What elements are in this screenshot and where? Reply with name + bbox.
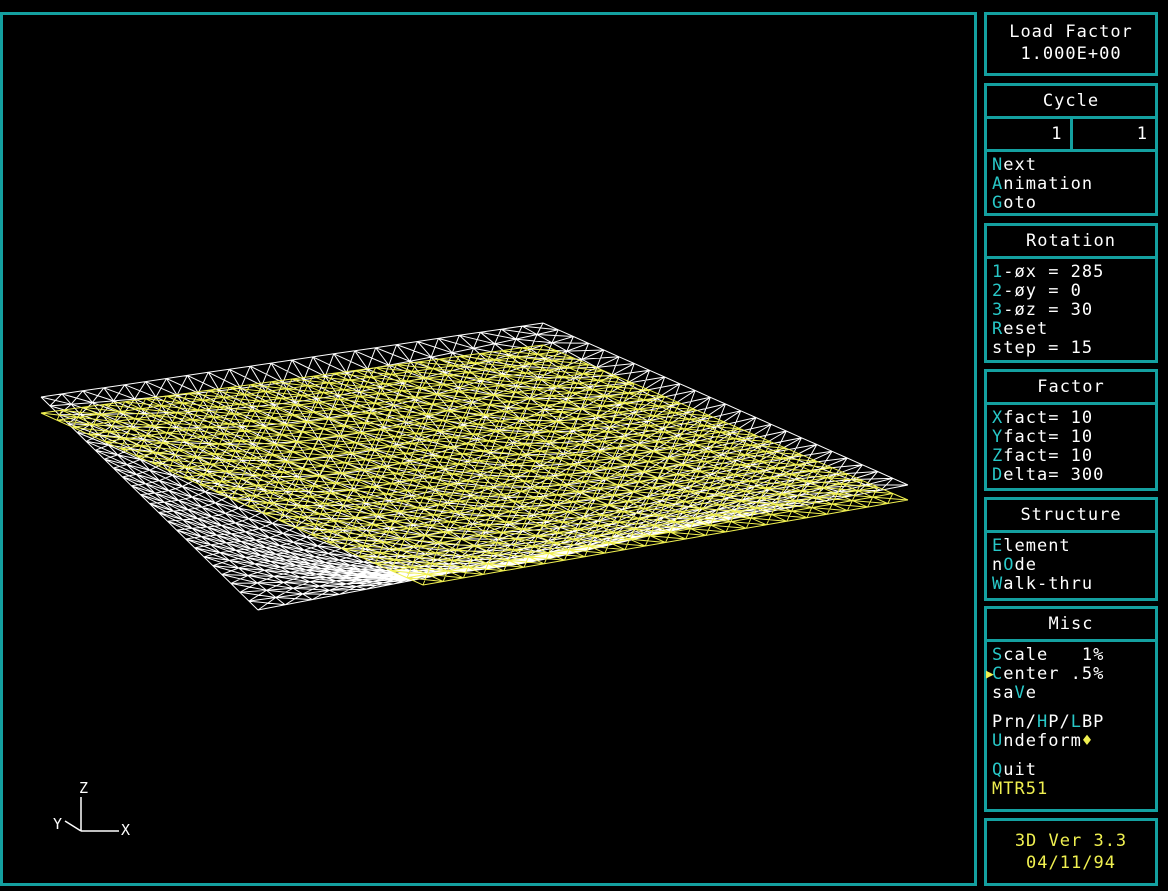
misc-title: Misc (987, 609, 1155, 642)
menu-rotate-x[interactable]: 1-øx = 285 (987, 263, 1155, 282)
cycle-current-value: 1 (987, 119, 1073, 149)
menu-node[interactable]: nOde (987, 556, 1155, 575)
model-viewport[interactable]: ZY X (0, 12, 977, 886)
deformed-mesh (40, 322, 909, 611)
menu-xfact[interactable]: Xfact= 10 (987, 409, 1155, 428)
structure-title: Structure (987, 500, 1155, 533)
menu-yfact[interactable]: Yfact= 10 (987, 428, 1155, 447)
menu-next[interactable]: Next (987, 156, 1155, 175)
selection-pointer-icon: ▶ (986, 667, 995, 682)
mesh-wireframe: ZY X (40, 322, 909, 839)
menu-scale[interactable]: Scale 1% (987, 646, 1155, 665)
axis-label-x: X (121, 821, 130, 839)
misc-panel: Misc Scale 1% ▶ Center .5% saVe Prn/HP/LB… (984, 606, 1158, 812)
menu-rotate-y[interactable]: 2-øy = 0 (987, 282, 1155, 301)
menu-element[interactable]: Element (987, 537, 1155, 556)
rotation-step[interactable]: step = 15 (987, 339, 1155, 358)
axis-triad-icon (64, 797, 119, 832)
version-label: 3D Ver 3.3 (1014, 831, 1128, 851)
load-factor-panel: Load Factor 1.000E+00 (984, 12, 1158, 76)
version-date: 04/11/94 (1026, 853, 1116, 873)
load-factor-title: Load Factor (1009, 22, 1133, 42)
axis-label-z: Z (79, 779, 88, 797)
model-filename: MTR51 (992, 779, 1049, 799)
menu-zfact[interactable]: Zfact= 10 (987, 447, 1155, 466)
diamond-icon: ♦ (1081, 731, 1094, 751)
factor-title: Factor (987, 372, 1155, 405)
menu-save[interactable]: saVe (987, 684, 1155, 703)
menu-reset[interactable]: Reset (987, 320, 1155, 339)
load-factor-value: 1.000E+00 (1020, 44, 1122, 64)
factor-panel: Factor Xfact= 10 Yfact= 10 Zfact= 10 Del… (984, 369, 1158, 491)
menu-center[interactable]: ▶ Center .5% (986, 665, 1155, 684)
menu-undeform[interactable]: Undeform♦ (987, 732, 1155, 751)
cycle-total-value: 1 (1136, 124, 1147, 144)
cycle-panel: Cycle 1 1 Next Animation Goto (984, 83, 1158, 216)
menu-walk-thru[interactable]: Walk-thru (987, 575, 1155, 594)
menu-animation[interactable]: Animation (987, 175, 1155, 194)
rotation-title: Rotation (987, 226, 1155, 259)
rotation-panel: Rotation 1-øx = 285 2-øy = 0 3-øz = 30 R… (984, 223, 1158, 363)
menu-goto[interactable]: Goto (987, 194, 1155, 213)
axis-label-y: Y (53, 815, 62, 833)
menu-rotate-z[interactable]: 3-øz = 30 (987, 301, 1155, 320)
menu-delta[interactable]: Delta= 300 (987, 466, 1155, 485)
menu-quit[interactable]: Quit (987, 761, 1155, 780)
cycle-title: Cycle (987, 86, 1155, 119)
structure-panel: Structure Element nOde Walk-thru (984, 497, 1158, 601)
menu-print[interactable]: Prn/HP/LBP (987, 713, 1155, 732)
version-panel: 3D Ver 3.3 04/11/94 (984, 818, 1158, 886)
